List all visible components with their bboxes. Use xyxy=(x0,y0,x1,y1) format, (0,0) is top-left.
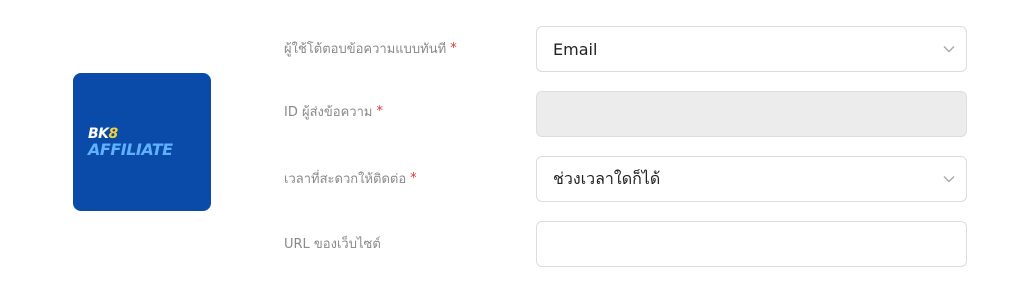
website-url-label: URL ของเว็บไซต์ xyxy=(284,221,381,265)
form-row-messenger: ผู้ใช้โต้ตอบข้อความแบบทันที * Email xyxy=(0,26,1024,72)
contact-time-select-value: ช่วงเวลาใดก็ได้ xyxy=(553,168,661,188)
form-row-website-url: URL ของเว็บไซต์ xyxy=(0,221,1024,267)
chevron-down-icon xyxy=(932,27,966,71)
website-url-input[interactable] xyxy=(536,221,967,267)
sender-id-label-text: ID ผู้ส่งข้อความ xyxy=(284,104,373,120)
required-mark: * xyxy=(376,103,383,119)
messenger-label: ผู้ใช้โต้ตอบข้อความแบบทันที * xyxy=(284,26,457,70)
required-mark: * xyxy=(450,40,457,56)
messenger-label-text: ผู้ใช้โต้ตอบข้อความแบบทันที xyxy=(284,41,447,57)
contact-time-select[interactable]: ช่วงเวลาใดก็ได้ xyxy=(536,156,967,202)
form-row-sender-id: ID ผู้ส่งข้อความ * xyxy=(0,89,1024,137)
chevron-down-icon xyxy=(932,157,966,201)
required-mark: * xyxy=(410,170,417,186)
messenger-select-value: Email xyxy=(553,39,598,59)
contact-time-label-text: เวลาที่สะดวกให้ติดต่อ xyxy=(284,171,407,187)
messenger-select[interactable]: Email xyxy=(536,26,967,72)
contact-time-label: เวลาที่สะดวกให้ติดต่อ * xyxy=(284,156,417,200)
affiliate-form-section: BK8 AFFILIATE ผู้ใช้โต้ตอบข้อความแบบทันท… xyxy=(0,0,1024,284)
sender-id-input[interactable] xyxy=(536,91,967,137)
website-url-label-text: URL ของเว็บไซต์ xyxy=(284,236,381,252)
sender-id-label: ID ผู้ส่งข้อความ * xyxy=(284,89,383,133)
form-row-contact-time: เวลาที่สะดวกให้ติดต่อ * ช่วงเวลาใดก็ได้ xyxy=(0,156,1024,202)
